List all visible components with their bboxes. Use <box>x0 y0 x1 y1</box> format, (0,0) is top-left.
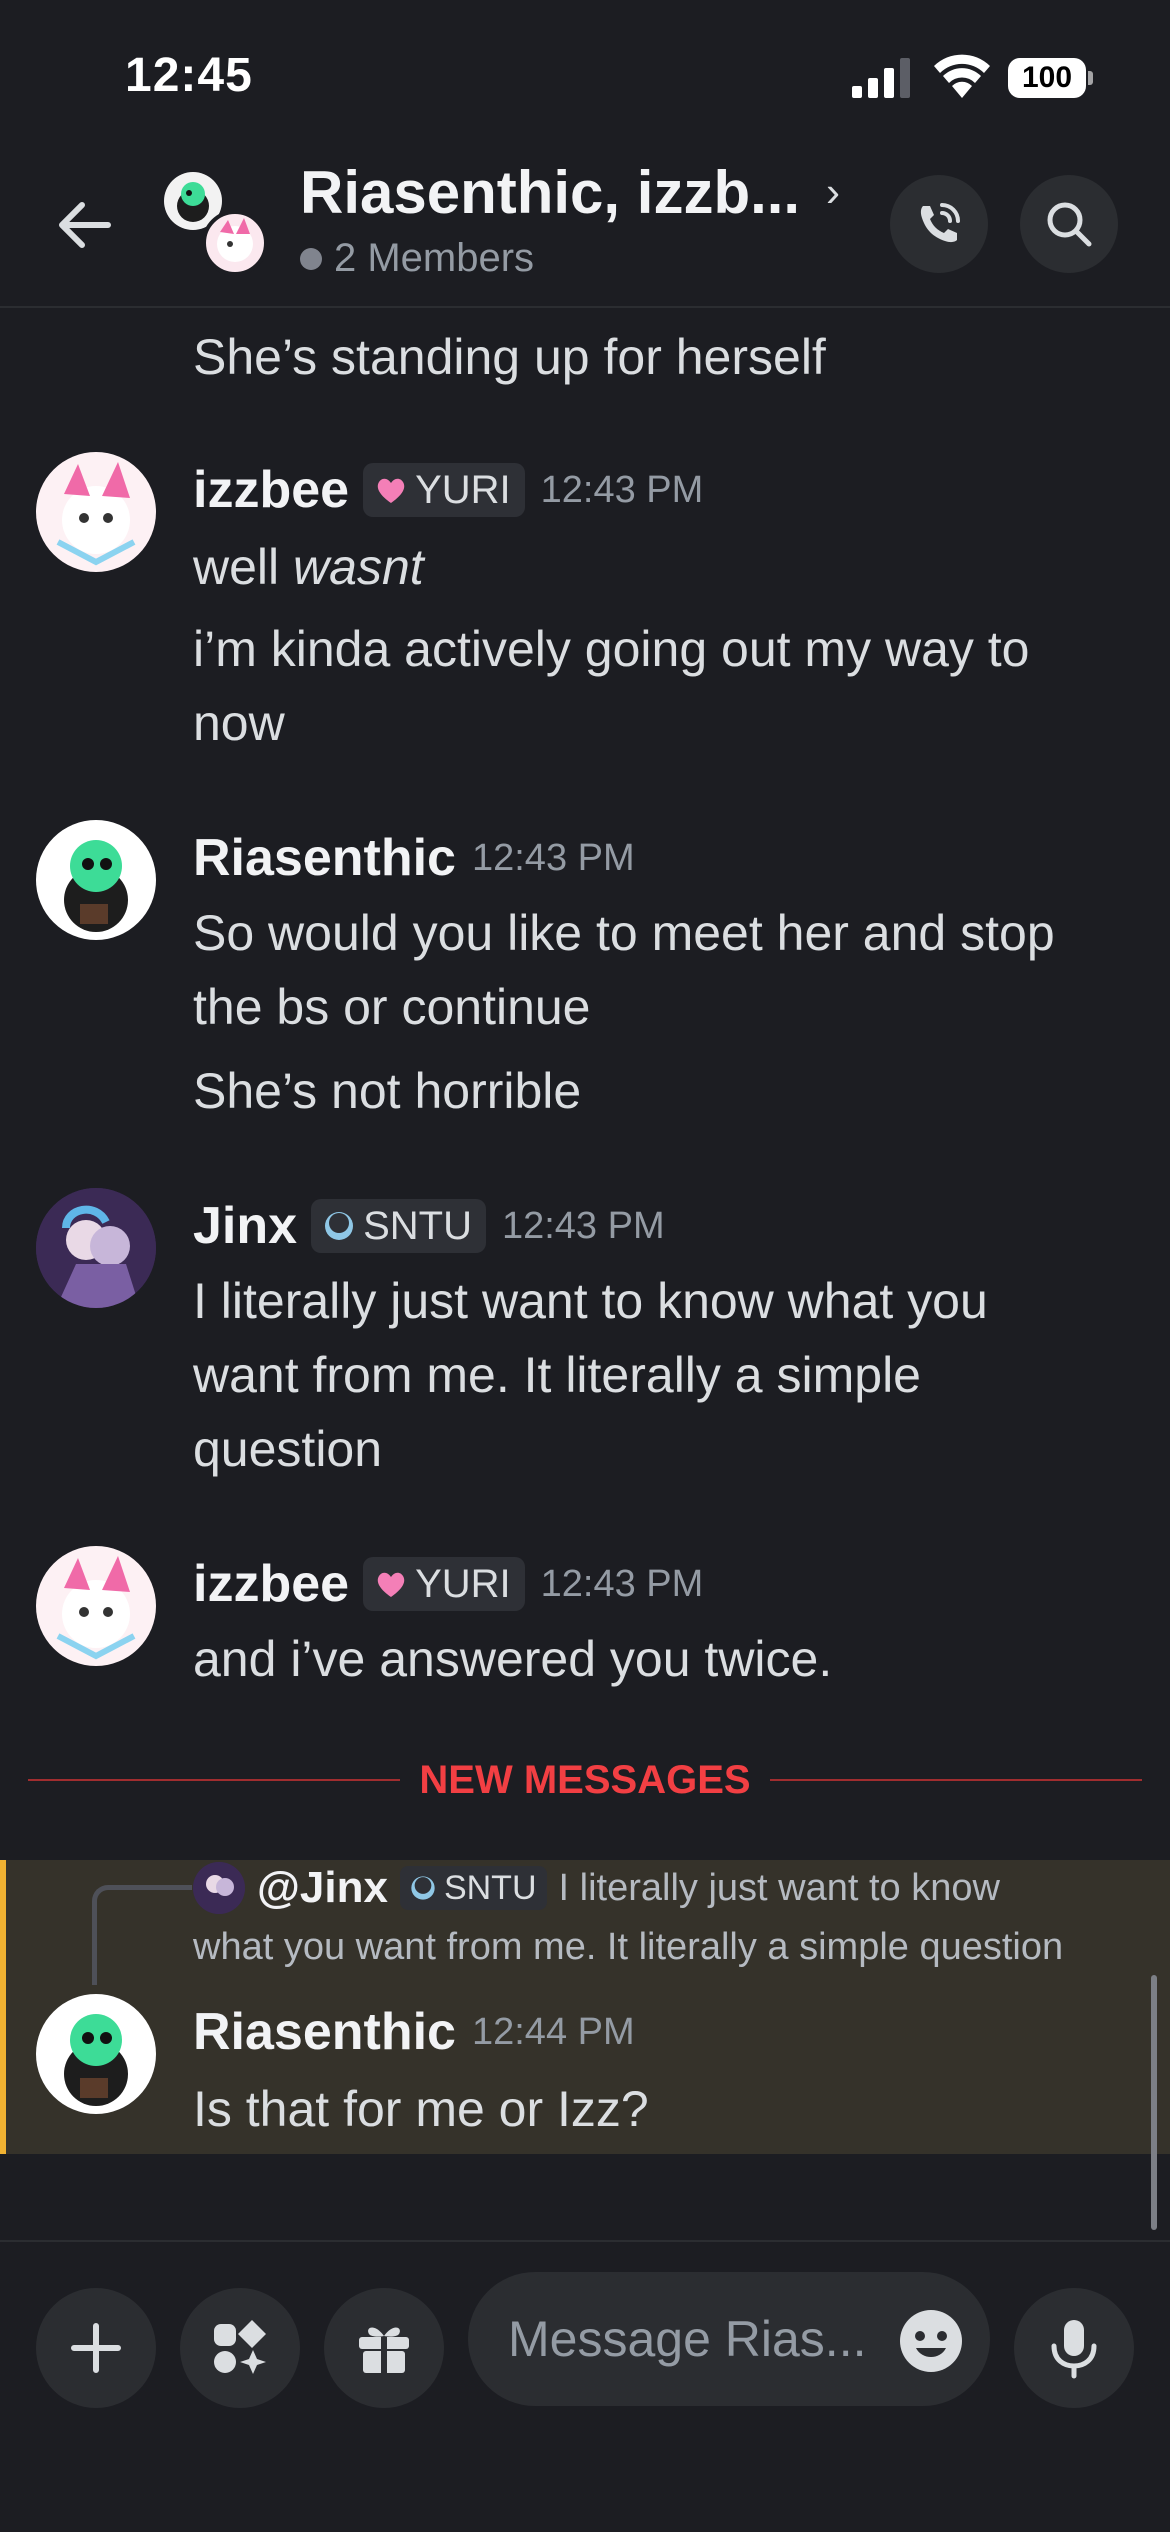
message-text: the bs or continue <box>193 979 591 1035</box>
message-text: well wasnt <box>193 530 424 604</box>
reply-preview[interactable]: @Jinx SNTU I literally just want to know <box>193 1862 1000 1914</box>
reply-text: what you want from me. It literally a si… <box>193 1926 1064 1968</box>
gift-button[interactable] <box>324 2288 444 2408</box>
timestamp: 12:43 PM <box>540 468 704 511</box>
message-header: Riasenthic 12:44 PM <box>193 2002 635 2062</box>
message-text: want from me. It literally a simple <box>193 1347 921 1403</box>
search-button[interactable] <box>1020 175 1118 273</box>
cellular-signal-icon <box>852 58 910 98</box>
message-text-italic: wasnt <box>293 539 424 595</box>
battery-level: 100 <box>1008 58 1086 98</box>
moon-icon <box>411 1876 435 1900</box>
status-time: 12:45 <box>125 49 253 102</box>
heart-icon <box>377 478 405 503</box>
apps-icon <box>214 2320 266 2374</box>
apps-button[interactable] <box>180 2288 300 2408</box>
add-button[interactable] <box>36 2288 156 2408</box>
avatar <box>202 210 268 276</box>
call-button[interactable] <box>890 175 988 273</box>
avatar[interactable] <box>36 1188 156 1308</box>
message-text: I literally just want to know what you <box>193 1273 988 1329</box>
new-messages-divider: NEW MESSAGES <box>28 1750 1142 1810</box>
tag-label: SNTU <box>443 1868 537 1907</box>
heart-icon <box>377 1572 405 1597</box>
role-tag[interactable]: SNTU <box>311 1199 486 1253</box>
message-header: Jinx SNTU 12:43 PM <box>193 1196 665 1256</box>
timestamp: 12:44 PM <box>471 2010 635 2053</box>
reply-spine <box>92 1885 192 1985</box>
message-text: i’m kinda actively going out my way to <box>193 621 1030 677</box>
member-count-label: 2 Members <box>334 236 535 280</box>
reply-mention[interactable]: @Jinx <box>257 1863 388 1913</box>
message-header: izzbee YURI 12:43 PM <box>193 1554 703 1614</box>
phone-call-icon <box>920 203 960 243</box>
author-name[interactable]: Riasenthic <box>193 828 456 888</box>
timestamp: 12:43 PM <box>540 1562 704 1605</box>
avatar[interactable] <box>36 1546 156 1666</box>
divider-line <box>770 1779 1142 1781</box>
message-header: izzbee YURI 12:43 PM <box>193 460 703 520</box>
message-text: now <box>193 695 285 751</box>
avatar <box>193 1862 245 1914</box>
role-tag[interactable]: YURI <box>363 463 525 517</box>
gift-icon <box>359 2327 409 2375</box>
message-input-container[interactable] <box>468 2272 990 2406</box>
scrollbar[interactable] <box>1151 1975 1157 2230</box>
channel-title[interactable]: Riasenthic, izzb... <box>300 158 800 227</box>
avatar[interactable] <box>36 820 156 940</box>
role-tag[interactable]: YURI <box>363 1557 525 1611</box>
message-composer <box>0 2240 1170 2532</box>
author-name[interactable]: Riasenthic <box>193 2002 456 2062</box>
message-header: Riasenthic 12:43 PM <box>193 828 635 888</box>
group-avatar[interactable] <box>164 172 274 282</box>
message-text: She’s not horrible <box>193 1063 582 1119</box>
battery-indicator: 100 <box>1008 58 1093 98</box>
status-dot <box>300 247 322 270</box>
author-name[interactable]: izzbee <box>193 460 349 520</box>
message-text: and i’ve answered you twice. <box>193 1631 833 1687</box>
message-input[interactable] <box>508 2310 868 2368</box>
role-tag: SNTU <box>399 1866 547 1910</box>
message-text: So would you like to meet her and stop <box>193 905 1055 961</box>
author-name[interactable]: izzbee <box>193 1554 349 1614</box>
search-icon <box>1047 202 1092 247</box>
avatar[interactable] <box>36 452 156 572</box>
back-arrow-icon[interactable] <box>50 190 120 260</box>
tag-label: SNTU <box>363 1203 472 1248</box>
reply-text: I literally just want to know <box>558 1866 1000 1909</box>
message-text-plain: well <box>193 539 294 595</box>
tag-label: YURI <box>415 1561 511 1606</box>
avatar[interactable] <box>36 1994 156 2114</box>
moon-icon <box>325 1212 354 1240</box>
timestamp: 12:43 PM <box>471 836 635 879</box>
timestamp: 12:43 PM <box>501 1204 665 1247</box>
message-text: Is that for me or Izz? <box>193 2081 649 2137</box>
message-text: question <box>193 1421 383 1477</box>
microphone-icon <box>1051 2320 1097 2379</box>
status-bar: 12:45 100 <box>0 0 1170 150</box>
tag-label: YURI <box>415 467 511 512</box>
channel-header: Riasenthic, izzb... › 2 Members <box>0 150 1170 308</box>
message-text: She’s standing up for herself <box>193 329 826 385</box>
plus-icon <box>71 2323 121 2373</box>
microphone-button[interactable] <box>1014 2288 1134 2408</box>
wifi-icon <box>934 54 990 98</box>
chevron-right-icon[interactable]: › <box>826 168 840 216</box>
member-count: 2 Members <box>300 236 534 281</box>
mention-bar <box>0 1860 6 2154</box>
battery-tip <box>1088 71 1093 85</box>
author-name[interactable]: Jinx <box>193 1196 297 1256</box>
emoji-icon[interactable] <box>898 2308 964 2374</box>
